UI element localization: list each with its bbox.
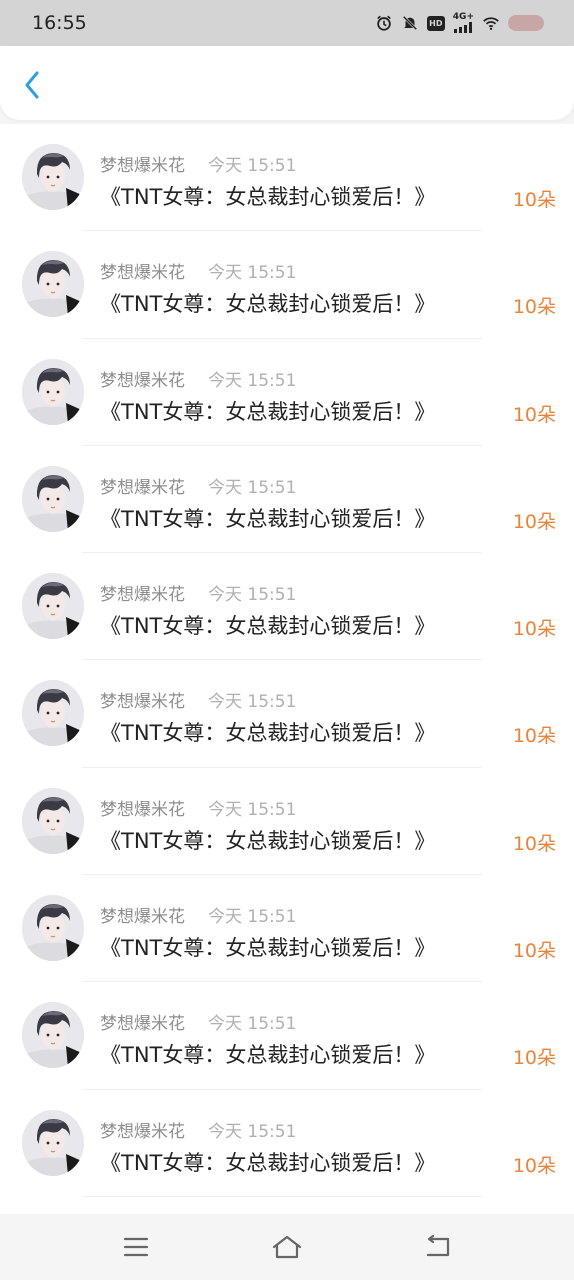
flower-count: 10朵: [512, 296, 556, 319]
sender-name: 梦想爆米花: [100, 370, 185, 391]
avatar[interactable]: [22, 895, 84, 962]
avatar[interactable]: [22, 680, 84, 747]
battery-icon: [508, 15, 544, 31]
sender-name: 梦想爆米花: [100, 585, 185, 606]
hd-icon: HD: [426, 15, 445, 31]
message-text: 《TNT女尊：女总裁封心锁爱后！》: [100, 614, 436, 639]
message-time: 今天 15:51: [208, 585, 297, 606]
message-text: 《TNT女尊：女总裁封心锁爱后！》: [100, 1150, 436, 1175]
back-nav-button[interactable]: [420, 1232, 456, 1262]
status-bar: 16:55 HD 4G+: [0, 0, 574, 46]
sender-name: 梦想爆米花: [100, 156, 185, 176]
signal-4g-icon: 4G+: [453, 13, 474, 33]
header: [0, 46, 574, 120]
back-icon: [427, 1235, 450, 1257]
flower-count: 10朵: [512, 189, 556, 211]
flower-count: 10朵: [512, 1154, 556, 1177]
menu-icon: [123, 1237, 148, 1257]
message-time: 今天 15:51: [208, 370, 297, 391]
flower-count: 10朵: [512, 618, 556, 641]
menu-button[interactable]: [118, 1232, 154, 1262]
home-button[interactable]: [269, 1232, 305, 1262]
message-row[interactable]: 梦想爆米花 今天 15:51 《TNT女尊：女总裁封心锁爱后！》 10朵: [0, 553, 574, 661]
message-text: 《TNT女尊：女总裁封心锁爱后！》: [100, 185, 436, 209]
message-row[interactable]: 梦想爆米花 今天 15:51 《TNT女尊：女总裁封心锁爱后！》 10朵: [0, 339, 574, 446]
message-time: 今天 15:51: [208, 156, 297, 176]
home-icon: [272, 1235, 302, 1259]
message-time: 今天 15:51: [208, 263, 297, 284]
message-text: 《TNT女尊：女总裁封心锁爱后！》: [100, 721, 436, 746]
message-text: 《TNT女尊：女总裁封心锁爱后！》: [100, 1043, 436, 1068]
message-text: 《TNT女尊：女总裁封心锁爱后！》: [100, 936, 436, 961]
message-row[interactable]: 梦想爆米花 今天 15:51 《TNT女尊：女总裁封心锁爱后！》 10朵: [0, 768, 574, 876]
network-label: 4G+: [452, 12, 474, 22]
message-row[interactable]: 梦想爆米花 今天 15:51 《TNT女尊：女总裁封心锁爱后！》 10朵: [0, 1090, 574, 1197]
sender-name: 梦想爆米花: [100, 907, 185, 928]
wifi-icon: [483, 17, 499, 31]
avatar[interactable]: [22, 1002, 84, 1069]
message-row[interactable]: 梦想爆米花 今天 15:51 《TNT女尊：女总裁封心锁爱后！》 10朵: [0, 231, 574, 339]
message-time: 今天 15:51: [208, 799, 297, 820]
message-row[interactable]: 梦想爆米花 今天 15:51 《TNT女尊：女总裁封心锁爱后！》 10朵: [0, 124, 574, 232]
flower-count: 10朵: [512, 940, 556, 963]
message-row[interactable]: 梦想爆米花 今天 15:51 《TNT女尊：女总裁封心锁爱后！》 10朵: [0, 446, 574, 554]
avatar[interactable]: [22, 144, 84, 210]
sender-name: 梦想爆米花: [100, 692, 185, 713]
avatar[interactable]: [22, 465, 84, 532]
back-button[interactable]: [18, 68, 46, 102]
flower-count: 10朵: [512, 725, 556, 748]
message-time: 今天 15:51: [208, 1121, 297, 1142]
message-list: 梦想爆米花 今天 15:51 《TNT女尊：女总裁封心锁爱后！》 10朵 梦想爆…: [0, 124, 574, 1214]
sender-name: 梦想爆米花: [100, 263, 185, 284]
avatar[interactable]: [22, 573, 84, 640]
status-icons: HD 4G+: [375, 13, 544, 33]
avatar[interactable]: [22, 358, 84, 425]
sender-name: 梦想爆米花: [100, 799, 185, 820]
message-row[interactable]: 梦想爆米花 今天 15:51 《TNT女尊：女总裁封心锁爱后！》 10朵: [0, 982, 574, 1090]
message-text: 《TNT女尊：女总裁封心锁爱后！》: [100, 292, 436, 317]
sender-name: 梦想爆米花: [100, 477, 185, 498]
divider: [82, 1195, 482, 1197]
avatar[interactable]: [22, 787, 84, 854]
message-row[interactable]: 梦想爆米花 今天 15:51 《TNT女尊：女总裁封心锁爱后！》 10朵: [0, 660, 574, 768]
avatar[interactable]: [22, 251, 84, 318]
flower-count: 10朵: [512, 1047, 556, 1070]
sender-name: 梦想爆米花: [100, 1121, 185, 1142]
navigation-bar: [0, 1214, 574, 1280]
chevron-left-icon: [25, 71, 39, 99]
alarm-icon: [376, 15, 391, 31]
message-time: 今天 15:51: [208, 1014, 297, 1035]
mute-icon: [402, 15, 418, 31]
message-time: 今天 15:51: [208, 907, 297, 928]
message-text: 《TNT女尊：女总裁封心锁爱后！》: [100, 506, 436, 531]
message-row[interactable]: 梦想爆米花 今天 15:51 《TNT女尊：女总裁封心锁爱后！》 10朵: [0, 875, 574, 983]
message-text: 《TNT女尊：女总裁封心锁爱后！》: [100, 399, 436, 424]
flower-count: 10朵: [512, 510, 556, 533]
flower-count: 10朵: [512, 403, 556, 426]
message-text: 《TNT女尊：女总裁封心锁爱后！》: [100, 828, 436, 853]
sender-name: 梦想爆米花: [100, 1014, 185, 1035]
status-time: 16:55: [32, 12, 87, 34]
flower-count: 10朵: [512, 832, 556, 855]
message-time: 今天 15:51: [208, 692, 297, 713]
message-time: 今天 15:51: [208, 477, 297, 498]
avatar[interactable]: [22, 1109, 84, 1176]
